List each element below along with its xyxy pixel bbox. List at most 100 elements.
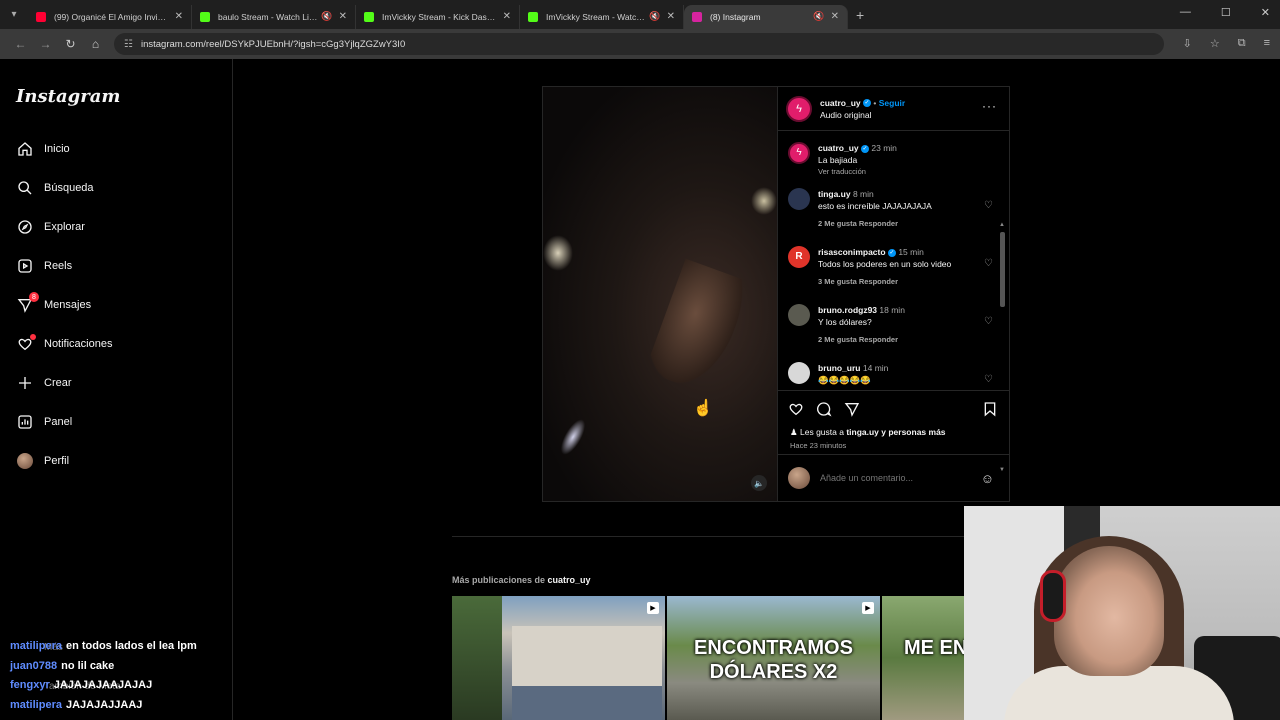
comment-input[interactable] bbox=[820, 473, 970, 483]
heart-icon bbox=[16, 334, 36, 353]
nav-inicio[interactable]: Inicio bbox=[16, 137, 70, 161]
maximize-icon[interactable]: ☐ bbox=[1221, 6, 1231, 19]
nav-explorar[interactable]: Explorar bbox=[16, 215, 85, 239]
tab-close-icon[interactable]: ✕ bbox=[503, 11, 511, 22]
translate-link[interactable]: Ver traducción bbox=[818, 166, 978, 178]
volume-icon[interactable]: 🔈 bbox=[751, 475, 767, 491]
comment-meta[interactable]: 2 Me gusta Responder bbox=[818, 334, 978, 346]
forward-icon[interactable]: → bbox=[33, 37, 58, 51]
likes-summary[interactable]: ♟ Les gusta a tinga.uy y personas más bbox=[790, 427, 946, 438]
bookmark-star-icon[interactable]: ☆ bbox=[1210, 37, 1220, 50]
post-actions: ♟ Les gusta a tinga.uy y personas más Ha… bbox=[778, 390, 1010, 454]
commenter-avatar[interactable]: R bbox=[788, 246, 810, 268]
tab-favicon-icon bbox=[36, 11, 46, 22]
browser-tab[interactable]: ImVickky Stream - Watch L... 🔇 ✕ bbox=[520, 4, 684, 29]
nav-label: Panel bbox=[44, 416, 73, 428]
minimize-icon[interactable]: — bbox=[1180, 6, 1191, 19]
caption-username[interactable]: cuatro_uy bbox=[818, 143, 859, 153]
chat-username[interactable]: juan0788 bbox=[10, 660, 57, 672]
instagram-page: Instagram Inicio Búsqueda Explorar Reels bbox=[0, 59, 1280, 720]
comment-like-icon[interactable]: ♡ bbox=[984, 258, 993, 270]
audio-label[interactable]: Audio original bbox=[820, 109, 905, 121]
chat-username[interactable]: matilipera bbox=[10, 640, 62, 652]
tab-close-icon[interactable]: ✕ bbox=[339, 11, 347, 22]
comment-meta[interactable]: 2 Me gusta Responder bbox=[818, 218, 978, 230]
close-window-icon[interactable]: ✕ bbox=[1261, 6, 1270, 19]
tab-close-icon[interactable]: ✕ bbox=[175, 11, 183, 22]
comment-like-icon[interactable]: ♡ bbox=[984, 374, 993, 386]
nav-busqueda[interactable]: Búsqueda bbox=[16, 176, 94, 200]
nav-crear[interactable]: Crear bbox=[16, 371, 72, 395]
tab-close-icon[interactable]: ✕ bbox=[667, 11, 675, 22]
commenter-username[interactable]: bruno.rodgz93 bbox=[818, 305, 877, 315]
tab-muted-icon[interactable]: 🔇 bbox=[321, 11, 332, 22]
save-bookmark-icon[interactable] bbox=[982, 401, 998, 421]
chat-message: matilipera en todos lados el lea lpm bbox=[10, 637, 197, 657]
comment-like-icon[interactable]: ♡ bbox=[984, 200, 993, 212]
post-thumbnail[interactable]: ▶ bbox=[452, 596, 665, 720]
address-bar[interactable]: ☷ instagram.com/reel/DSYkPJUEbnH/?igsh=c… bbox=[114, 33, 1164, 55]
tab-muted-icon[interactable]: 🔇 bbox=[813, 11, 824, 22]
likes-suffix[interactable]: y personas más bbox=[879, 427, 945, 437]
comment-time: 18 min bbox=[879, 305, 905, 315]
tab-favicon-icon bbox=[364, 11, 374, 22]
toolbar-right-icons: ⇩ ☆ ⧉ ≡ bbox=[1183, 37, 1270, 50]
nav-reels[interactable]: Reels bbox=[16, 254, 72, 278]
tab-favicon-icon bbox=[528, 11, 538, 22]
chat-username[interactable]: matilipera bbox=[10, 699, 62, 711]
emoji-icon[interactable]: ☺ bbox=[981, 471, 994, 486]
instagram-logo[interactable]: Instagram bbox=[16, 86, 120, 107]
browser-toolbar: ← → ↻ ⌂ ☷ instagram.com/reel/DSYkPJUEbnH… bbox=[0, 29, 1280, 59]
verified-icon: ✓ bbox=[887, 248, 896, 257]
follow-button[interactable]: Seguir bbox=[879, 98, 905, 108]
commenter-username[interactable]: bruno_uru bbox=[818, 363, 861, 373]
commenter-avatar[interactable] bbox=[788, 188, 810, 210]
commenter-username[interactable]: tinga.uy bbox=[818, 189, 851, 199]
post-thumbnail[interactable]: ME EN DÓ bbox=[882, 596, 964, 720]
browser-tab[interactable]: (99) Organicé El Amigo Invisib... ✕ bbox=[28, 4, 192, 29]
author-username[interactable]: cuatro_uy bbox=[820, 98, 861, 108]
likes-user[interactable]: tinga.uy bbox=[846, 427, 879, 437]
tab-close-icon[interactable]: ✕ bbox=[831, 11, 839, 22]
tab-search-icon[interactable]: ▾ bbox=[0, 0, 28, 29]
home-button-icon[interactable]: ⌂ bbox=[83, 37, 108, 51]
chat-username[interactable]: fengxyr bbox=[10, 679, 50, 691]
reload-icon[interactable]: ↻ bbox=[58, 37, 83, 51]
tab-favicon-icon bbox=[692, 11, 702, 22]
more-posts-user[interactable]: cuatro_uy bbox=[548, 575, 591, 585]
comment-like-icon[interactable]: ♡ bbox=[984, 316, 993, 328]
site-info-icon[interactable]: ☷ bbox=[124, 39, 133, 50]
share-icon[interactable] bbox=[844, 401, 860, 421]
browser-tab[interactable]: (8) Instagram 🔇 ✕ bbox=[684, 4, 848, 29]
nav-label: Notificaciones bbox=[44, 338, 113, 350]
menu-icon[interactable]: ≡ bbox=[1264, 37, 1270, 50]
extensions-icon[interactable]: ⧉ bbox=[1238, 37, 1246, 50]
back-icon[interactable]: ← bbox=[8, 37, 33, 51]
nav-panel[interactable]: Panel bbox=[16, 410, 72, 434]
comment-meta[interactable]: 3 Me gusta Responder bbox=[818, 276, 978, 288]
browser-tab[interactable]: ImVickky Stream - Kick Dashbo... ✕ bbox=[356, 4, 520, 29]
like-heart-icon[interactable] bbox=[788, 401, 804, 421]
browser-tab[interactable]: baulo Stream - Watch Live 🔇 ✕ bbox=[192, 4, 356, 29]
commenter-avatar[interactable] bbox=[788, 304, 810, 326]
search-icon bbox=[16, 179, 34, 197]
reel-video[interactable]: 🔈 bbox=[543, 87, 777, 501]
nav-perfil[interactable]: Perfil bbox=[16, 449, 69, 473]
commenter-username[interactable]: risasconimpacto bbox=[818, 247, 886, 257]
author-avatar[interactable]: ϟ bbox=[786, 95, 812, 122]
browser-tabbar: ▾ (99) Organicé El Amigo Invisib... ✕ baul… bbox=[0, 0, 1280, 29]
tab-muted-icon[interactable]: 🔇 bbox=[649, 11, 660, 22]
caption-avatar[interactable]: ϟ bbox=[788, 142, 810, 164]
tab-title: (8) Instagram bbox=[710, 11, 761, 22]
post-thumbnail[interactable]: ▶ ENCONTRAMOS DÓLARES X2 bbox=[667, 596, 880, 720]
chat-message: fengxyr JAJAJAJAAJAJAJ bbox=[10, 676, 197, 696]
new-tab-button[interactable]: + bbox=[856, 7, 864, 23]
more-posts-label: Más publicaciones de cuatro_uy bbox=[452, 575, 591, 585]
commenter-avatar[interactable] bbox=[788, 362, 810, 384]
install-icon[interactable]: ⇩ bbox=[1183, 37, 1192, 50]
nav-mensajes[interactable]: 8 Mensajes bbox=[16, 292, 91, 317]
more-options-icon[interactable]: ··· bbox=[982, 99, 997, 113]
comment-icon[interactable] bbox=[816, 401, 832, 421]
nav-notificaciones[interactable]: Notificaciones bbox=[16, 332, 112, 356]
section-divider bbox=[452, 536, 1012, 537]
